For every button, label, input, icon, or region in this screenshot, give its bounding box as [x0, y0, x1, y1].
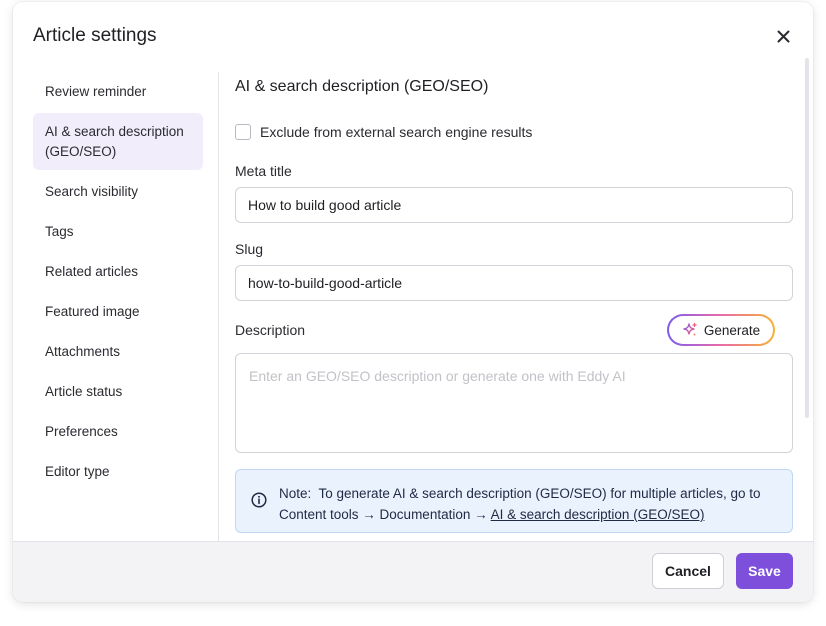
sidebar-item-label: Editor type: [45, 464, 110, 479]
sidebar-item-editor-type[interactable]: Editor type: [33, 462, 203, 482]
sidebar-item-label: Preferences: [45, 424, 118, 439]
sidebar-item-related-articles[interactable]: Related articles: [33, 262, 203, 282]
meta-title-input[interactable]: How to build good article: [235, 187, 793, 223]
sidebar-item-attachments[interactable]: Attachments: [33, 342, 203, 362]
article-settings-modal: Article settings Review reminder AI & se…: [13, 2, 813, 602]
modal-footer: Cancel Save: [13, 541, 813, 602]
modal-header: Article settings: [13, 2, 813, 68]
sidebar-item-label: Article status: [45, 384, 123, 399]
sidebar-item-label: Tags: [45, 224, 74, 239]
description-placeholder: Enter an GEO/SEO description or generate…: [249, 368, 626, 384]
sidebar-item-review-reminder[interactable]: Review reminder: [33, 82, 203, 102]
sidebar-item-label: Review reminder: [45, 84, 147, 99]
slug-input[interactable]: how-to-build-good-article: [235, 265, 793, 301]
meta-title-value: How to build good article: [248, 197, 402, 213]
info-note: Note: To generate AI & search descriptio…: [235, 469, 793, 533]
close-icon: [777, 30, 789, 42]
modal-title: Article settings: [33, 25, 157, 46]
content-scrollbar[interactable]: [805, 58, 809, 418]
sidebar-item-article-status[interactable]: Article status: [33, 382, 203, 402]
save-button[interactable]: Save: [736, 553, 793, 589]
exclude-search-checkbox[interactable]: [235, 124, 251, 140]
note-link[interactable]: AI & search description (GEO/SEO): [491, 507, 705, 522]
settings-sidebar: Review reminder AI & search description …: [13, 72, 219, 542]
sidebar-item-search-visibility[interactable]: Search visibility: [33, 182, 203, 202]
slug-value: how-to-build-good-article: [248, 275, 403, 291]
settings-content: AI & search description (GEO/SEO) Exclud…: [235, 72, 793, 542]
sidebar-item-label: AI & search description (GEO/SEO): [45, 123, 184, 159]
generate-button-inner: Generate: [669, 316, 773, 344]
sidebar-item-label: Search visibility: [45, 184, 139, 199]
generate-button-label: Generate: [703, 322, 761, 338]
generate-button[interactable]: Generate: [667, 314, 775, 346]
info-icon: [251, 492, 267, 508]
exclude-search-checkbox-row[interactable]: Exclude from external search engine resu…: [235, 124, 532, 140]
sparkle-icon: [683, 322, 697, 336]
section-title: AI & search description (GEO/SEO): [235, 78, 489, 95]
cancel-button[interactable]: Cancel: [652, 553, 724, 589]
sidebar-item-label: Featured image: [45, 304, 140, 319]
exclude-search-label: Exclude from external search engine resu…: [260, 124, 533, 140]
description-textarea[interactable]: Enter an GEO/SEO description or generate…: [235, 353, 793, 453]
close-button[interactable]: [771, 24, 795, 48]
sidebar-item-tags[interactable]: Tags: [33, 222, 203, 242]
meta-title-label: Meta title: [235, 163, 292, 179]
sidebar-item-label: Attachments: [45, 344, 121, 359]
sidebar-item-label: Related articles: [45, 264, 139, 279]
sidebar-item-preferences[interactable]: Preferences: [33, 422, 203, 442]
description-label: Description: [235, 322, 306, 338]
slug-label: Slug: [235, 241, 264, 257]
sidebar-item-featured-image[interactable]: Featured image: [33, 302, 203, 322]
sidebar-item-ai-search-description[interactable]: AI & search description (GEO/SEO): [33, 113, 203, 170]
